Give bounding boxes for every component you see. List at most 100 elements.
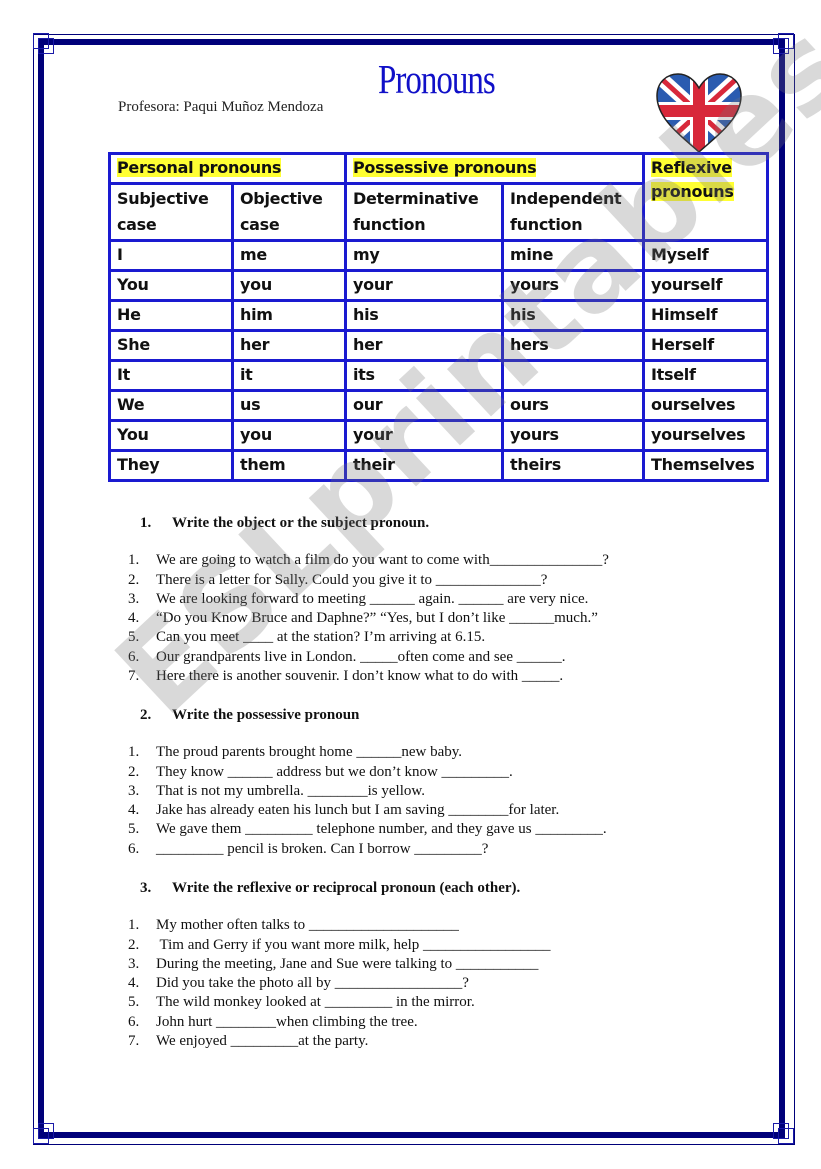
cell-objective: you — [231, 269, 347, 302]
item-text: We enjoyed _________at the party. — [156, 1033, 369, 1050]
exercise-items: 1. We are going to watch a film do you wa… — [128, 551, 609, 686]
exercise-item: 4. “Do you Know Bruce and Daphne?” “Yes, … — [128, 609, 609, 628]
exercise-items: 1. My mother often talks to _____________… — [128, 916, 551, 1051]
cell-objective: me — [231, 239, 347, 272]
item-text: We gave them _________ telephone number,… — [156, 821, 607, 838]
cell-objective: him — [231, 299, 347, 332]
cell-subjective: They — [108, 449, 234, 482]
cell-objective: them — [231, 449, 347, 482]
header-personal-pronouns: Personal pronouns — [108, 152, 347, 185]
item-text: Here there is another souvenir. I don’t … — [156, 668, 564, 685]
item-text: Did you take the photo all by __________… — [156, 975, 469, 992]
exercise-item: 6. Our grandparents live in London. _____… — [128, 648, 609, 667]
exercise-item: 3. During the meeting, Jane and Sue were … — [128, 955, 551, 974]
cell-reflexive: Myself — [642, 239, 769, 272]
item-number: 7. — [128, 668, 140, 685]
item-number: 2. — [128, 571, 140, 588]
union-jack-heart-icon — [654, 72, 744, 154]
item-number: 2. — [128, 763, 140, 780]
item-number: 1. — [128, 917, 140, 934]
exercise-item: 6. John hurt ________when climbing the tr… — [128, 1013, 551, 1032]
cell-reflexive: Itself — [642, 359, 769, 392]
exercise-item: 5. The wild monkey looked at _________ in… — [128, 993, 551, 1012]
cell-reflexive: yourself — [642, 269, 769, 302]
item-number: 5. — [128, 821, 140, 838]
exercise-items: 1. The proud parents brought home ______n… — [128, 743, 607, 859]
table-row: You you your yours yourselves — [108, 419, 769, 452]
cell-determinative: her — [344, 329, 504, 362]
cell-reflexive: Themselves — [642, 449, 769, 482]
header-reflexive-pronouns: Reflexive pronouns — [642, 152, 769, 242]
exercise-item: 3. We are looking forward to meeting ____… — [128, 590, 609, 609]
exercise-1: 1. Write the object or the subject pronou… — [128, 514, 609, 686]
item-number: 6. — [128, 648, 140, 665]
item-number: 5. — [128, 994, 140, 1011]
exercise-item: 2. Tim and Gerry if you want more milk, … — [128, 936, 551, 955]
item-text: During the meeting, Jane and Sue were ta… — [156, 955, 539, 972]
exercise-item: 4. Jake has already eaten his lunch but I… — [128, 801, 607, 820]
item-text: _________ pencil is broken. Can I borrow… — [156, 840, 489, 857]
item-number: 3. — [128, 955, 140, 972]
item-number: 1. — [128, 744, 140, 761]
exercise-item: 4. Did you take the photo all by ________… — [128, 974, 551, 993]
exercise-item: 1. We are going to watch a film do you wa… — [128, 551, 609, 570]
page-title: Pronouns — [378, 58, 496, 103]
cell-independent: his — [501, 299, 645, 332]
cell-objective: it — [231, 359, 347, 392]
table-row: We us our ours ourselves — [108, 389, 769, 422]
table-row: He him his his Himself — [108, 299, 769, 332]
item-text: My mother often talks to _______________… — [156, 917, 459, 934]
cell-subjective: She — [108, 329, 234, 362]
item-text: They know ______ address but we don’t kn… — [156, 763, 513, 780]
item-text: Can you meet ____ at the station? I’m ar… — [156, 629, 486, 646]
item-number: 4. — [128, 975, 140, 992]
item-text: That is not my umbrella. ________is yell… — [156, 782, 425, 799]
item-number: 1. — [128, 552, 140, 569]
cell-subjective: We — [108, 389, 234, 422]
exercise-item: 6. _________ pencil is broken. Can I borr… — [128, 840, 607, 859]
cell-subjective: I — [108, 239, 234, 272]
exercise-item: 1. The proud parents brought home ______n… — [128, 743, 607, 762]
exercise-item: 7. Here there is another souvenir. I don’… — [128, 667, 609, 686]
table-row: You you your yours yourself — [108, 269, 769, 302]
header-possessive-pronouns: Possessive pronouns — [344, 152, 645, 185]
item-number: 3. — [128, 782, 140, 799]
cell-reflexive: ourselves — [642, 389, 769, 422]
exercise-item: 5. Can you meet ____ at the station? I’m … — [128, 628, 609, 647]
table-row: It it its Itself — [108, 359, 769, 392]
item-number: 5. — [128, 629, 140, 646]
exercise-item: 1. My mother often talks to _____________… — [128, 916, 551, 935]
table-row: She her her hers Herself — [108, 329, 769, 362]
cell-reflexive: Himself — [642, 299, 769, 332]
exercise-item: 5. We gave them _________ telephone numbe… — [128, 820, 607, 839]
cell-determinative: their — [344, 449, 504, 482]
exercise-item: 2. They know ______ address but we don’t … — [128, 763, 607, 782]
exercise-3: 3. Write the reflexive or reciprocal pron… — [128, 879, 551, 1051]
column-header-independent: Independent function — [501, 182, 645, 242]
cell-subjective: You — [108, 269, 234, 302]
item-text: Tim and Gerry if you want more milk, hel… — [156, 936, 551, 953]
table-row: Ime my mine Myself — [108, 239, 769, 272]
item-text: John hurt ________when climbing the tree… — [156, 1013, 418, 1030]
item-number: 2. — [128, 936, 140, 953]
exercise-title: 3. Write the reflexive or reciprocal pron… — [140, 880, 521, 896]
item-number: 7. — [128, 1033, 140, 1050]
exercise-title: 1. Write the object or the subject pronou… — [140, 515, 430, 531]
exercise-item: 2. There is a letter for Sally. Could you… — [128, 571, 609, 590]
border-corner-ornament — [773, 1123, 789, 1139]
cell-determinative: my — [344, 239, 504, 272]
item-number: 4. — [128, 802, 140, 819]
cell-objective: you — [231, 419, 347, 452]
item-text: Our grandparents live in London. _____of… — [156, 648, 566, 665]
item-number: 6. — [128, 1013, 140, 1030]
pronouns-table: Personal pronouns Possessive pronouns Re… — [108, 152, 769, 482]
cell-subjective: It — [108, 359, 234, 392]
column-header-objective: Objective case — [231, 182, 347, 242]
item-number: 4. — [128, 610, 140, 627]
border-corner-ornament — [38, 1123, 54, 1139]
exercise-2: 2. Write the possessive pronoun 1. The pro… — [128, 706, 607, 859]
table-group-header-row: Personal pronouns Possessive pronouns Re… — [108, 152, 769, 242]
cell-determinative: your — [344, 419, 504, 452]
cell-independent: mine — [501, 239, 645, 272]
cell-objective: her — [231, 329, 347, 362]
